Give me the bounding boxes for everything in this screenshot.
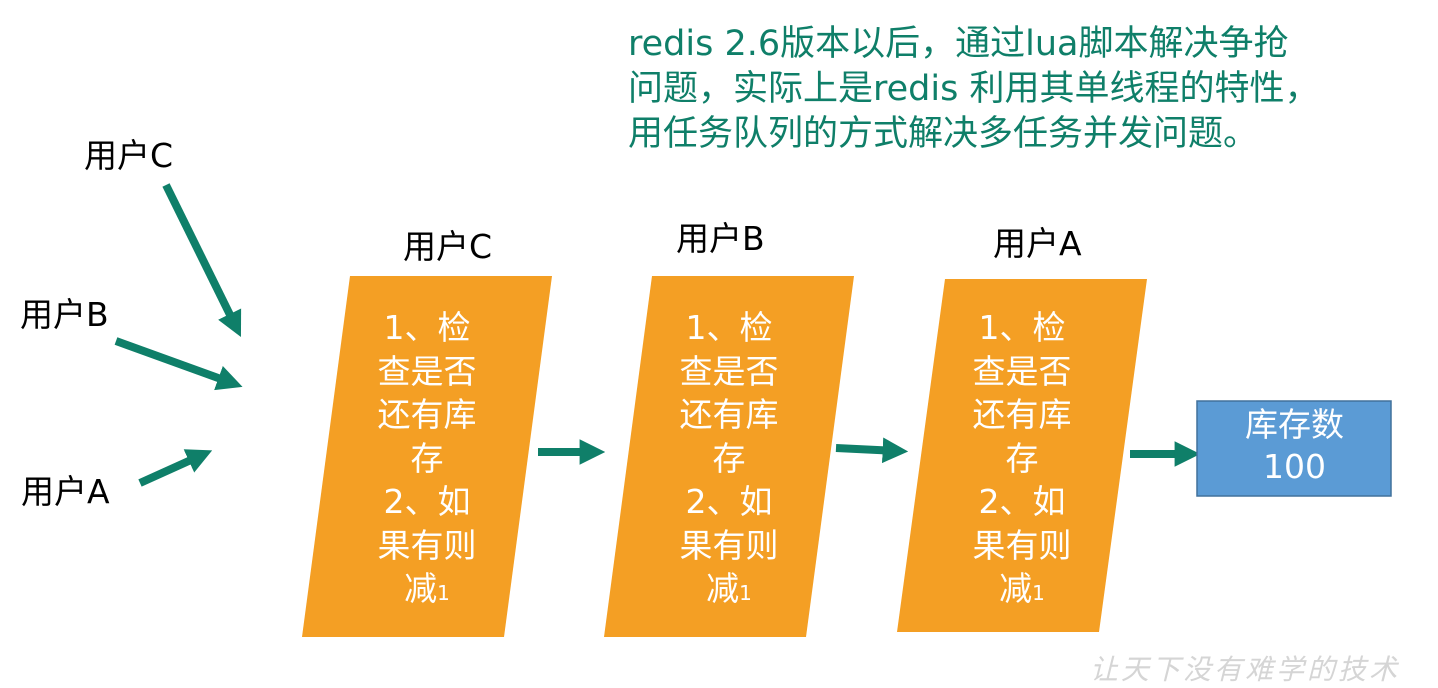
step-1-text: 1、检 查是否 还有库 存 2、如 果有则 减1 [347, 306, 507, 616]
stock-label: 库存数 [1245, 405, 1344, 444]
watermark-text: 让天下没有难学的技术 [1090, 653, 1401, 686]
arrow-user-a [138, 449, 213, 487]
step-1-line-5: 2、如 [383, 482, 471, 521]
step-3-line-6: 果有则 [972, 525, 1072, 565]
step-3-last-sub: 1 [1032, 581, 1045, 605]
step-3-last-main: 减 [999, 569, 1033, 608]
user-b-label: 用户B [20, 295, 109, 334]
step-2-line-2: 查是否 [679, 351, 779, 391]
step-3-line-2: 查是否 [972, 351, 1072, 391]
step-3-text: 1、检 查是否 还有库 存 2、如 果有则 减1 [942, 306, 1102, 616]
step-2-text: 1、检 查是否 还有库 存 2、如 果有则 减1 [649, 306, 809, 616]
step-1-line-1: 1、检 [383, 308, 471, 347]
step-1-line-6: 果有则 [377, 525, 477, 565]
user-c-label: 用户C [84, 136, 174, 175]
step-1-line-2: 查是否 [377, 351, 477, 391]
step-3-line-3: 还有库 [972, 395, 1072, 434]
step-2-line-4: 存 [712, 438, 746, 478]
arrow-user-b [114, 337, 243, 391]
user-a-label: 用户A [21, 472, 110, 511]
step-3-line-7: 减1 [942, 567, 1102, 616]
step-2-line-6: 果有则 [679, 525, 779, 565]
step-1-last-main: 减 [404, 569, 438, 608]
step-1-last-sub: 1 [437, 581, 450, 605]
stock-text: 库存数 100 [1198, 404, 1391, 488]
step-2-last-main: 减 [706, 569, 740, 608]
arrow-step2-to-step3 [835, 437, 909, 464]
step-2-last-sub: 1 [739, 581, 752, 605]
step-2-line-1: 1、检 [685, 308, 773, 347]
step-2-line-7: 减1 [649, 567, 809, 616]
step-3-line-1: 1、检 [978, 308, 1066, 347]
step-1-title: 用户C [403, 227, 493, 266]
step-2-line-3: 还有库 [679, 395, 779, 434]
step-3-line-4: 存 [1005, 438, 1039, 478]
step-1-line-4: 存 [410, 438, 444, 478]
arrow-user-c [162, 183, 242, 338]
step-1-line-7: 减1 [347, 567, 507, 616]
step-2-line-5: 2、如 [685, 482, 773, 521]
step-3-line-5: 2、如 [978, 482, 1066, 521]
stock-value: 100 [1263, 447, 1326, 486]
step-2-title: 用户B [676, 219, 765, 258]
step-3-title: 用户A [993, 224, 1082, 263]
step-1-line-3: 还有库 [377, 395, 477, 434]
